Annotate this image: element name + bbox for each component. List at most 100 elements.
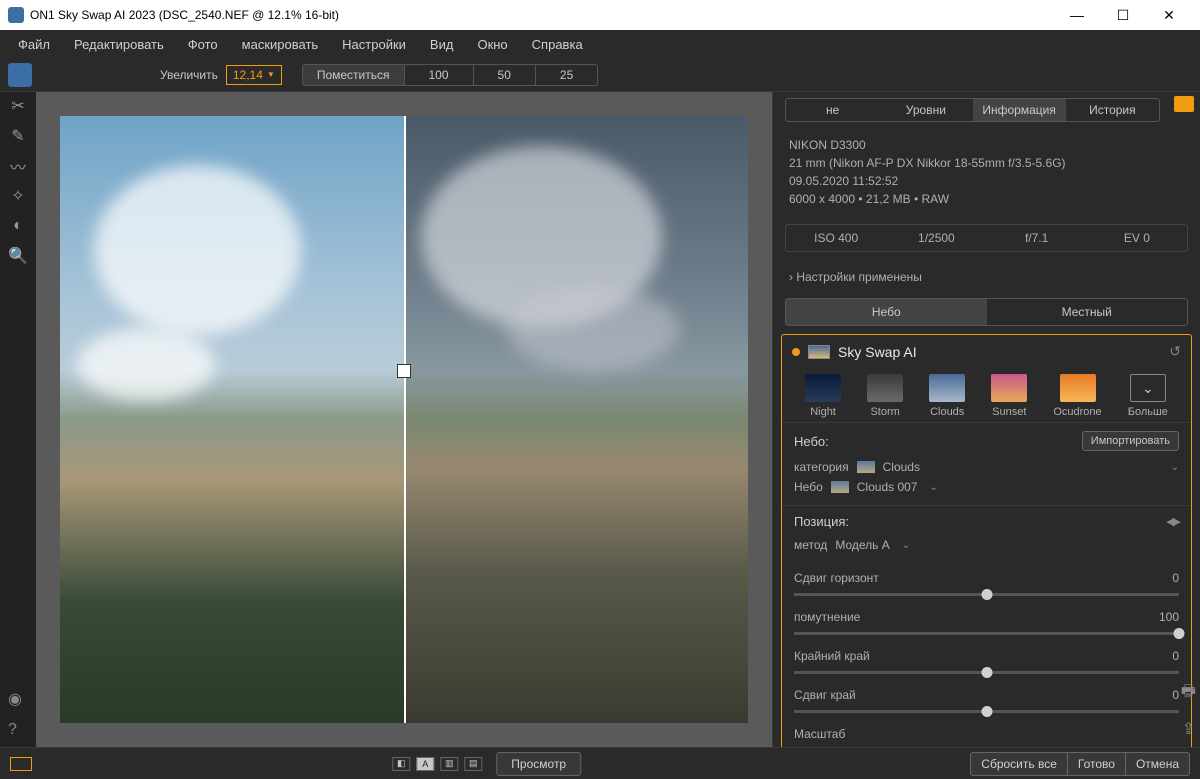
tab-info[interactable]: Информация bbox=[973, 99, 1066, 121]
tab-levels[interactable]: Уровни bbox=[879, 99, 972, 121]
chevron-down-icon: ⌄ bbox=[929, 482, 937, 493]
compare-split-handle[interactable] bbox=[397, 364, 411, 378]
preset-clouds-thumb bbox=[929, 374, 965, 402]
preset-night[interactable]: Night bbox=[805, 374, 841, 418]
method-dropdown[interactable]: метод Модель А ⌄ bbox=[794, 535, 1179, 555]
slider-horizon[interactable] bbox=[794, 593, 1179, 596]
canvas-area bbox=[36, 92, 772, 747]
done-button[interactable]: Готово bbox=[1068, 752, 1126, 776]
slider-edge-label: Крайний край bbox=[794, 649, 870, 663]
crop-tool-icon[interactable]: ✂ bbox=[8, 96, 28, 116]
preset-clouds[interactable]: Clouds bbox=[929, 374, 965, 418]
preset-sunset[interactable]: Sunset bbox=[991, 374, 1027, 418]
import-button[interactable]: Импортировать bbox=[1082, 431, 1179, 451]
adjust-tool-icon[interactable]: 〰 bbox=[8, 156, 28, 176]
settings-applied-row[interactable]: Настройки применены bbox=[773, 260, 1200, 294]
slider-haze[interactable] bbox=[794, 632, 1179, 635]
chevron-down-icon: ⌄ bbox=[1171, 462, 1179, 473]
slider-knob[interactable] bbox=[1174, 628, 1185, 639]
home-icon[interactable] bbox=[8, 63, 32, 87]
sky-dropdown[interactable]: Небо Clouds 007 ⌄ bbox=[794, 477, 1179, 497]
tab-none[interactable]: не bbox=[786, 99, 879, 121]
compare-mode-d-icon[interactable]: ▤ bbox=[464, 757, 482, 771]
panel-reset-icon[interactable]: ↺ bbox=[1169, 343, 1181, 360]
zoom-value-dropdown[interactable]: 12,14 ▼ bbox=[226, 65, 282, 85]
tab-sky[interactable]: Небо bbox=[786, 299, 987, 325]
photos-panel-icon[interactable] bbox=[1174, 96, 1194, 112]
menu-settings[interactable]: Настройки bbox=[332, 33, 416, 56]
slider-haze-value: 100 bbox=[1159, 610, 1179, 624]
preset-more[interactable]: ⌄Больше bbox=[1128, 374, 1168, 418]
chevron-down-icon: ⌄ bbox=[902, 540, 910, 551]
close-button[interactable]: ✕ bbox=[1146, 0, 1192, 30]
menu-photo[interactable]: Фото bbox=[178, 33, 228, 56]
exif-shutter: 1/2500 bbox=[886, 225, 986, 251]
left-bottom-icons: ◉ ? bbox=[8, 689, 22, 739]
zoom-100-button[interactable]: 100 bbox=[405, 64, 474, 86]
sky-swap-panel: Sky Swap AI ↺ Night Storm Clouds Sunset … bbox=[781, 334, 1192, 747]
tab-history[interactable]: История bbox=[1066, 99, 1159, 121]
window-title: ON1 Sky Swap AI 2023 (DSC_2540.NEF @ 12.… bbox=[30, 8, 1054, 22]
meta-lens: 21 mm (Nikon AF-P DX Nikkor 18-55mm f/3.… bbox=[789, 154, 1184, 172]
preview-button[interactable]: Просмотр bbox=[496, 752, 581, 776]
section-position-title: Позиция: bbox=[794, 514, 849, 529]
user-icon[interactable]: ◉ bbox=[8, 689, 22, 709]
menu-view[interactable]: Вид bbox=[420, 33, 464, 56]
share-icon[interactable]: ⇪ bbox=[1182, 719, 1195, 739]
compare-mode-c-icon[interactable]: ▥ bbox=[440, 757, 458, 771]
cancel-button[interactable]: Отмена bbox=[1126, 752, 1190, 776]
sky-thumb-icon bbox=[831, 481, 849, 493]
slider-knob[interactable] bbox=[981, 706, 992, 717]
compare-mode-b-icon[interactable]: A bbox=[416, 757, 434, 771]
retouch-tool-icon[interactable]: ✧ bbox=[8, 186, 28, 206]
menu-mask[interactable]: маскировать bbox=[232, 33, 329, 56]
menu-help[interactable]: Справка bbox=[522, 33, 593, 56]
menubar: Файл Редактировать Фото маскировать Наст… bbox=[0, 30, 1200, 58]
menu-edit[interactable]: Редактировать bbox=[64, 33, 174, 56]
sky-preset-row: Night Storm Clouds Sunset Ocudrone ⌄Боль… bbox=[782, 368, 1191, 422]
meta-size: 6000 x 4000 • 21,2 MB • RAW bbox=[789, 190, 1184, 208]
slider-shift[interactable] bbox=[794, 710, 1179, 713]
slider-knob[interactable] bbox=[981, 589, 992, 600]
reset-all-button[interactable]: Сбросить все bbox=[970, 752, 1068, 776]
help-icon[interactable]: ? bbox=[8, 721, 22, 739]
minimize-button[interactable]: — bbox=[1054, 0, 1100, 30]
fit-button[interactable]: Поместиться bbox=[302, 64, 405, 86]
preset-storm[interactable]: Storm bbox=[867, 374, 903, 418]
view-mode-single-icon[interactable] bbox=[10, 757, 32, 771]
zoom-tool-icon[interactable]: 🔍 bbox=[8, 246, 28, 266]
tab-local[interactable]: Местный bbox=[987, 299, 1188, 325]
panel-enabled-dot[interactable] bbox=[792, 348, 800, 356]
slider-horizon-label: Сдвиг горизонт bbox=[794, 571, 879, 585]
meta-datetime: 09.05.2020 11:52:52 bbox=[789, 172, 1184, 190]
after-image bbox=[404, 116, 748, 723]
slider-edge[interactable] bbox=[794, 671, 1179, 674]
exif-ev: EV 0 bbox=[1087, 225, 1187, 251]
metadata-block: NIKON D3300 21 mm (Nikon AF-P DX Nikkor … bbox=[773, 128, 1200, 216]
slider-knob[interactable] bbox=[981, 667, 992, 678]
meta-camera: NIKON D3300 bbox=[789, 136, 1184, 154]
image-preview[interactable] bbox=[60, 116, 748, 723]
zoom-value-text: 12,14 bbox=[233, 68, 263, 82]
compare-split-line[interactable] bbox=[404, 116, 406, 723]
menu-file[interactable]: Файл bbox=[8, 33, 60, 56]
position-arrows-icon[interactable]: ◀▶ bbox=[1166, 515, 1179, 528]
method-label: метод bbox=[794, 538, 827, 552]
category-dropdown[interactable]: категория Clouds ⌄ bbox=[794, 457, 1179, 477]
slider-haze-label: помутнение bbox=[794, 610, 860, 624]
mask-tool-icon[interactable]: ◐ bbox=[8, 216, 28, 236]
window-titlebar: ON1 Sky Swap AI 2023 (DSC_2540.NEF @ 12.… bbox=[0, 0, 1200, 30]
bottom-bar: ◧ A ▥ ▤ Просмотр Сбросить все Готово Отм… bbox=[0, 747, 1200, 779]
panel-thumb-icon bbox=[808, 345, 830, 359]
preset-storm-thumb bbox=[867, 374, 903, 402]
zoom-50-button[interactable]: 50 bbox=[474, 64, 536, 86]
maximize-button[interactable]: ☐ bbox=[1100, 0, 1146, 30]
print-icon[interactable]: 🖶 bbox=[1181, 680, 1196, 707]
brush-tool-icon[interactable]: ✎ bbox=[8, 126, 28, 146]
menu-window[interactable]: Окно bbox=[467, 33, 517, 56]
zoom-25-button[interactable]: 25 bbox=[536, 64, 598, 86]
preset-ocudrone[interactable]: Ocudrone bbox=[1053, 374, 1101, 418]
compare-mode-a-icon[interactable]: ◧ bbox=[392, 757, 410, 771]
category-value: Clouds bbox=[883, 460, 920, 474]
info-tabs: не Уровни Информация История bbox=[785, 98, 1160, 122]
